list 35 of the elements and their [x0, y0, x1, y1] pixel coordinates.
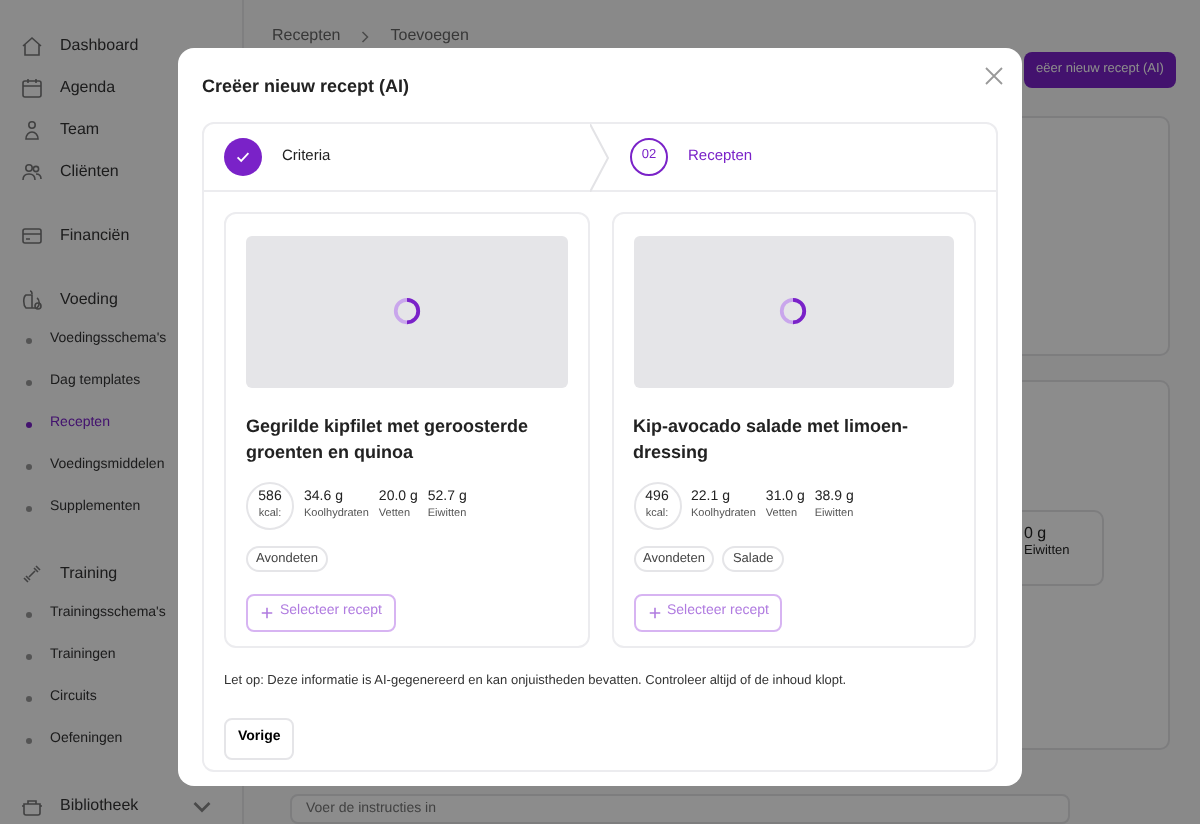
bullet-dot — [26, 422, 32, 428]
chevron-right-icon — [360, 29, 371, 43]
users-icon — [20, 159, 44, 183]
bullet-dot — [26, 612, 32, 618]
sidebar-item[interactable]: Financiën — [60, 223, 130, 247]
calendar-icon — [20, 75, 44, 99]
bullet-dot — [26, 464, 32, 470]
sidebar-item[interactable]: Agenda — [60, 75, 116, 99]
bullet-dot — [26, 696, 32, 702]
bullet-dot — [26, 654, 32, 660]
sidebar-item[interactable]: Dashboard — [60, 33, 139, 57]
sidebar-item[interactable]: Training — [60, 561, 118, 585]
macro-value: 0 g — [1024, 524, 1049, 542]
plus-icon — [260, 606, 274, 620]
breadcrumb-link[interactable]: Recepten — [272, 24, 341, 48]
plus-icon — [647, 606, 661, 620]
close-icon[interactable] — [982, 64, 1006, 88]
dumbbell-icon — [20, 561, 44, 585]
home-icon — [20, 33, 44, 57]
team-icon — [20, 117, 44, 141]
modal-title: Creëer nieuw recept (AI) — [202, 74, 412, 100]
sidebar-item[interactable]: Bibliotheek — [60, 793, 139, 817]
sidebar-item[interactable]: Team — [60, 117, 100, 141]
bullet-dot — [26, 506, 32, 512]
bullet-dot — [26, 338, 32, 344]
recipe-title: Gegrilde kipfilet met geroosterde groenten en quinoa — [246, 413, 531, 465]
sidebar-item[interactable]: Voeding — [60, 287, 118, 311]
card-icon — [20, 223, 44, 247]
sidebar-item[interactable]: Cliënten — [60, 159, 119, 183]
bullet-dot — [26, 380, 32, 386]
bullet-dot — [26, 738, 32, 744]
spinner-icon — [391, 296, 422, 326]
recipe-title: Kip-avocado salade met limoen-dressing — [633, 413, 911, 465]
spinner-icon — [778, 296, 809, 326]
breadcrumb-link[interactable]: Toevoegen — [390, 24, 469, 48]
